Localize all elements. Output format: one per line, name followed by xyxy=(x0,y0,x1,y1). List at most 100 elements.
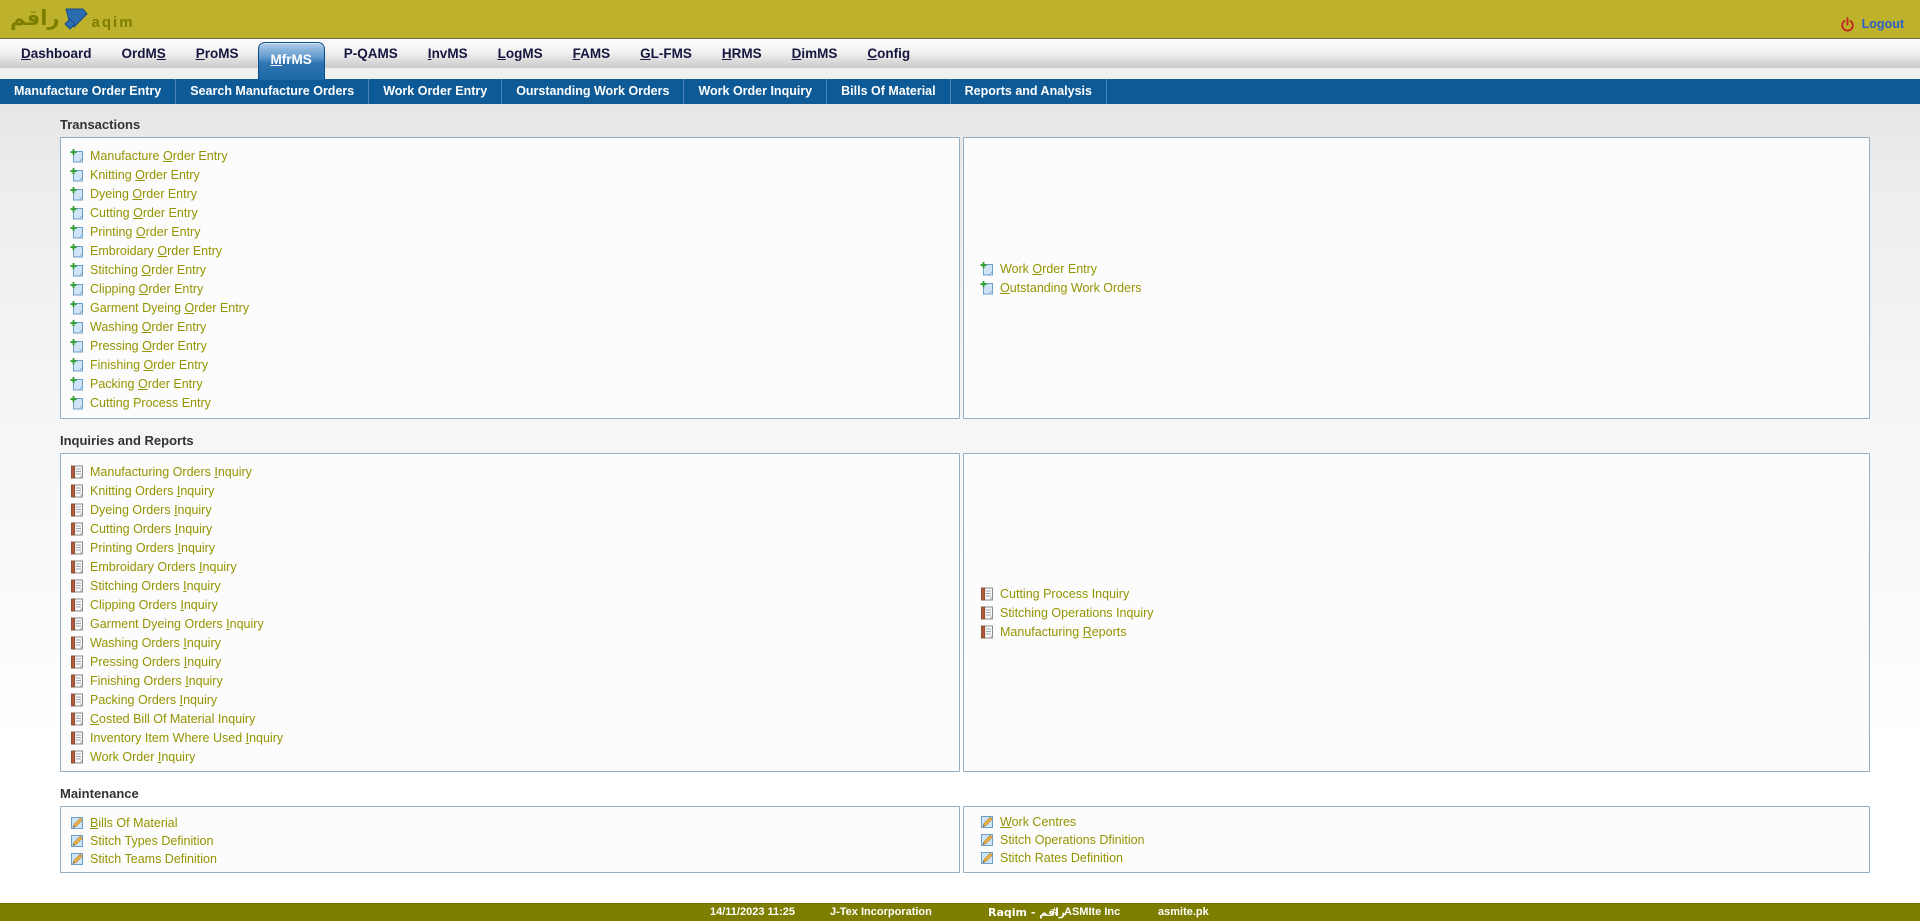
menu-link[interactable]: Clipping Order Entry xyxy=(90,282,203,296)
menu-link[interactable]: Cutting Process Inquiry xyxy=(1000,587,1129,601)
nav-tab[interactable]: HRMS xyxy=(722,39,762,68)
menu-item: Work Order Inquiry xyxy=(70,747,959,766)
menu-link[interactable]: Costed Bill Of Material Inquiry xyxy=(90,712,255,726)
menu-link[interactable]: Finishing Orders Inquiry xyxy=(90,674,223,688)
menu-link[interactable]: Bills Of Material xyxy=(90,816,178,830)
submenu-item[interactable]: Reports and Analysis xyxy=(951,79,1107,104)
section-title-inquiries: Inquiries and Reports xyxy=(60,433,1870,449)
report-icon xyxy=(70,655,84,669)
menu-link[interactable]: Work Centres xyxy=(1000,815,1076,829)
footer-company: J-Tex Incorporation xyxy=(830,904,932,921)
maintenance-right-list: Work Centres Stitch Operations Dfinition xyxy=(964,807,1869,872)
nav-tab[interactable]: DimMS xyxy=(792,39,838,68)
inquiries-right-list: Cutting Process Inquiry Stitching Operat… xyxy=(964,454,1869,771)
nav-tab[interactable]: LogMS xyxy=(498,39,543,68)
menu-link[interactable]: Pressing Orders Inquiry xyxy=(90,655,221,669)
menu-link[interactable]: Work Order Entry xyxy=(1000,262,1097,276)
submenu-item[interactable]: Ourstanding Work Orders xyxy=(502,79,684,104)
menu-link[interactable]: Pressing Order Entry xyxy=(90,339,207,353)
nav-tab[interactable]: Dashboard xyxy=(21,39,92,68)
menu-link[interactable]: Knitting Orders Inquiry xyxy=(90,484,214,498)
menu-item: Stitch Rates Definition xyxy=(980,849,1869,867)
menu-link[interactable]: Embroidary Orders Inquiry xyxy=(90,560,237,574)
menu-item: Stitch Teams Definition xyxy=(70,850,959,868)
menu-link[interactable]: Washing Orders Inquiry xyxy=(90,636,221,650)
footer-vendor: ASMIte Inc xyxy=(1064,904,1120,921)
menu-link[interactable]: Cutting Process Entry xyxy=(90,396,211,410)
menu-item: Clipping Orders Inquiry xyxy=(70,595,959,614)
edit-icon xyxy=(70,852,84,866)
menu-link[interactable]: Printing Order Entry xyxy=(90,225,200,239)
transactions-left-panel: Manufacture Order Entry Knitting Order E… xyxy=(60,137,960,419)
menu-item: Knitting Orders Inquiry xyxy=(70,481,959,500)
menu-link[interactable]: Manufacturing Reports xyxy=(1000,625,1126,639)
nav-tab[interactable]: GL-FMS xyxy=(640,39,692,68)
menu-link[interactable]: Cutting Orders Inquiry xyxy=(90,522,212,536)
menu-item: Washing Order Entry xyxy=(70,317,959,336)
inquiries-left-panel: Manufacturing Orders Inquiry Knitting Or… xyxy=(60,453,960,772)
menu-link[interactable]: Stitching Order Entry xyxy=(90,263,206,277)
logo-arabic-text: راقم xyxy=(10,8,60,29)
menu-link[interactable]: Packing Order Entry xyxy=(90,377,203,391)
menu-item: Garment Dyeing Orders Inquiry xyxy=(70,614,959,633)
submenu-item[interactable]: Search Manufacture Orders xyxy=(176,79,369,104)
menu-link[interactable]: Work Order Inquiry xyxy=(90,750,195,764)
menu-link[interactable]: Washing Order Entry xyxy=(90,320,206,334)
menu-link[interactable]: Knitting Order Entry xyxy=(90,168,200,182)
menu-link[interactable]: Garment Dyeing Order Entry xyxy=(90,301,249,315)
menu-link[interactable]: Outstanding Work Orders xyxy=(1000,281,1142,295)
transactions-right-list: Work Order Entry Outstanding Work Orders xyxy=(964,138,1869,418)
menu-item: Cutting Orders Inquiry xyxy=(70,519,959,538)
logout-button[interactable]: Logout xyxy=(1840,17,1904,32)
menu-item: Outstanding Work Orders xyxy=(980,278,1869,297)
menu-item: Dyeing Order Entry xyxy=(70,184,959,203)
new-document-icon xyxy=(70,377,84,391)
menu-link[interactable]: Clipping Orders Inquiry xyxy=(90,598,218,612)
nav-tab[interactable]: MfrMS xyxy=(258,42,325,80)
menu-link[interactable]: Cutting Order Entry xyxy=(90,206,198,220)
menu-link[interactable]: Manufacture Order Entry xyxy=(90,149,228,163)
transactions-panels: Manufacture Order Entry Knitting Order E… xyxy=(60,137,1870,419)
menu-item: Packing Orders Inquiry xyxy=(70,690,959,709)
menu-link[interactable]: Stitch Types Definition xyxy=(90,834,213,848)
main-nav-bar: Dashboard OrdMS ProMS MfrMS P-QAMS InvMS… xyxy=(0,38,1920,68)
nav-tab[interactable]: Config xyxy=(867,39,910,68)
submenu-item[interactable]: Manufacture Order Entry xyxy=(0,79,176,104)
power-icon xyxy=(1840,17,1855,32)
menu-link[interactable]: Stitching Orders Inquiry xyxy=(90,579,221,593)
main-content: Transactions Manufacture Order Entry xyxy=(0,104,1920,903)
submenu-item[interactable]: Work Order Entry xyxy=(369,79,502,104)
report-icon xyxy=(980,587,994,601)
menu-link[interactable]: Stitching Operations Inquiry xyxy=(1000,606,1154,620)
menu-link[interactable]: Manufacturing Orders Inquiry xyxy=(90,465,252,479)
menu-link[interactable]: Stitch Teams Definition xyxy=(90,852,217,866)
menu-link[interactable]: Garment Dyeing Orders Inquiry xyxy=(90,617,264,631)
edit-icon xyxy=(70,834,84,848)
menu-item: Cutting Order Entry xyxy=(70,203,959,222)
menu-item: Stitching Orders Inquiry xyxy=(70,576,959,595)
menu-item: Cutting Process Entry xyxy=(70,393,959,412)
logo-latin-text: aqim xyxy=(92,14,135,31)
menu-link[interactable]: Dyeing Order Entry xyxy=(90,187,197,201)
transactions-left-list: Manufacture Order Entry Knitting Order E… xyxy=(61,138,959,412)
menu-link[interactable]: Inventory Item Where Used Inquiry xyxy=(90,731,283,745)
menu-link[interactable]: Dyeing Orders Inquiry xyxy=(90,503,212,517)
nav-tab[interactable]: FAMS xyxy=(573,39,611,68)
nav-tab[interactable]: OrdMS xyxy=(122,39,166,68)
menu-item: Manufacturing Orders Inquiry xyxy=(70,462,959,481)
nav-tab[interactable]: InvMS xyxy=(428,39,468,68)
menu-link[interactable]: Stitch Operations Dfinition xyxy=(1000,833,1145,847)
menu-item: Knitting Order Entry xyxy=(70,165,959,184)
menu-link[interactable]: Finishing Order Entry xyxy=(90,358,208,372)
menu-item: Manufacturing Reports xyxy=(980,622,1869,641)
report-icon xyxy=(70,541,84,555)
nav-tab[interactable]: ProMS xyxy=(196,39,239,68)
menu-link[interactable]: Embroidary Order Entry xyxy=(90,244,222,258)
nav-tab[interactable]: P-QAMS xyxy=(344,39,398,68)
menu-link[interactable]: Packing Orders Inquiry xyxy=(90,693,217,707)
report-icon xyxy=(70,674,84,688)
submenu-item[interactable]: Work Order Inquiry xyxy=(684,79,827,104)
menu-link[interactable]: Printing Orders Inquiry xyxy=(90,541,215,555)
menu-link[interactable]: Stitch Rates Definition xyxy=(1000,851,1123,865)
submenu-item[interactable]: Bills Of Material xyxy=(827,79,950,104)
